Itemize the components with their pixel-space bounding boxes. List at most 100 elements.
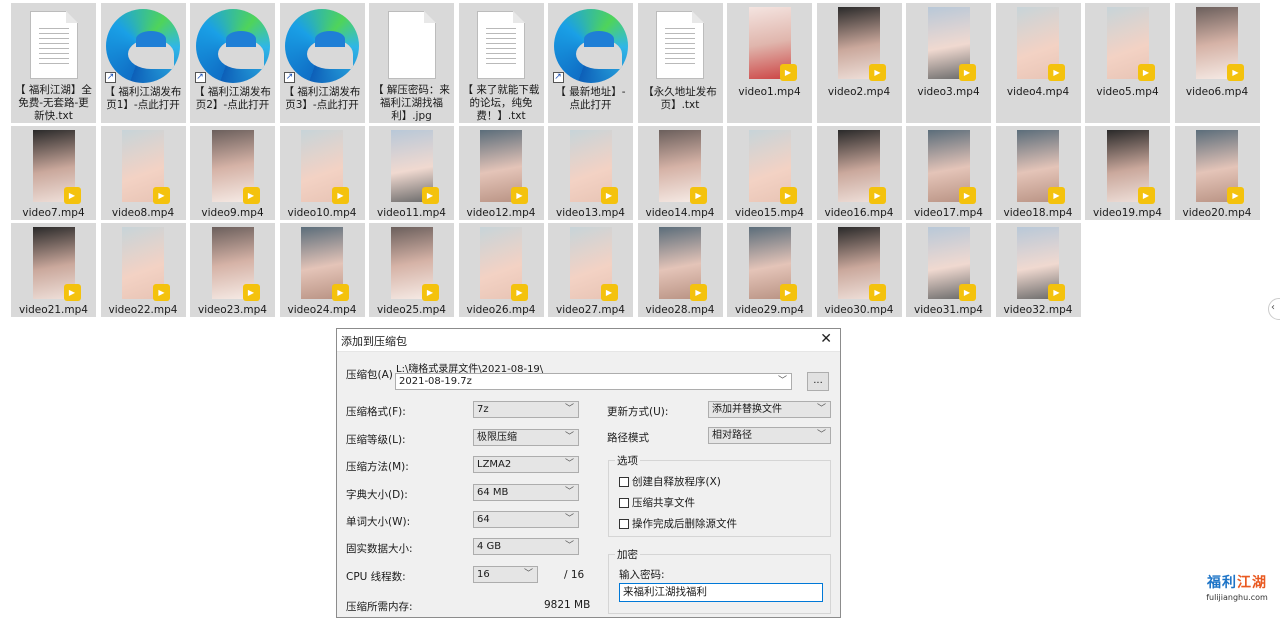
video-file-item[interactable]: ▶ video25.mp4 — [369, 223, 454, 317]
level-select[interactable]: 极限压缩 ﹀ — [473, 429, 579, 446]
video-file-item[interactable]: ▶ video28.mp4 — [637, 223, 723, 317]
file-item[interactable]: 【 解压密码：来福利江湖找福利】.jpg — [369, 3, 454, 123]
video-thumbnail-wrap: ▶ — [480, 227, 528, 301]
file-thumbnail — [461, 7, 541, 81]
sfx-checkbox[interactable]: 创建自释放程序(X) — [619, 474, 721, 489]
file-item[interactable]: 【永久地址发布页】.txt — [637, 3, 723, 123]
video-file-item[interactable]: ▶ video29.mp4 — [727, 223, 812, 317]
file-name: 【 福利江湖发布页1】-点此打开 — [104, 86, 182, 111]
file-name: video4.mp4 — [1006, 86, 1070, 98]
shared-checkbox[interactable]: 压缩共享文件 — [619, 495, 695, 510]
dict-value: 64 MB — [477, 487, 509, 498]
video-file-item[interactable]: ▶ video22.mp4 — [100, 223, 186, 317]
edge-browser-icon — [553, 9, 628, 83]
file-thumbnail: ▶ — [551, 227, 631, 301]
file-name: 【 福利江湖发布页2】-点此打开 — [194, 86, 271, 111]
password-input[interactable]: 来福利江湖找福利 — [619, 583, 823, 602]
player-badge-icon: ▶ — [1227, 187, 1244, 204]
file-thumbnail: ▶ — [909, 227, 989, 301]
file-item[interactable]: ↗ 【 福利江湖发布页3】-点此打开 — [279, 3, 365, 123]
video-file-item[interactable]: ▶ video26.mp4 — [458, 223, 544, 317]
file-name: video26.mp4 — [466, 304, 536, 316]
video-file-item[interactable]: ▶ video17.mp4 — [906, 126, 991, 220]
video-file-item[interactable]: ▶ video9.mp4 — [190, 126, 275, 220]
video-file-item[interactable]: ▶ video7.mp4 — [11, 126, 96, 220]
word-select[interactable]: 64 ﹀ — [473, 511, 579, 528]
path-mode-select[interactable]: 相对路径 ﹀ — [708, 427, 831, 444]
video-thumbnail-wrap: ▶ — [659, 130, 707, 204]
file-name: video12.mp4 — [466, 207, 536, 219]
file-name: video15.mp4 — [735, 207, 804, 219]
video-file-item[interactable]: ▶ video11.mp4 — [369, 126, 454, 220]
brand-name-b: 江湖 — [1237, 575, 1267, 591]
player-badge-icon: ▶ — [690, 284, 707, 301]
file-name: video14.mp4 — [645, 207, 715, 219]
dict-label: 字典大小(D): — [346, 489, 408, 501]
video-file-item[interactable]: ▶ video10.mp4 — [279, 126, 365, 220]
video-thumbnail-wrap: ▶ — [748, 130, 797, 204]
video-file-item[interactable]: ▶ video6.mp4 — [1174, 3, 1260, 123]
file-item[interactable]: 【 来了就能下载的论坛，纯免费！】.txt — [458, 3, 544, 123]
browse-button[interactable]: ... — [807, 372, 829, 391]
threads-value: 16 — [477, 569, 490, 580]
video-thumbnail-wrap: ▶ — [211, 227, 260, 301]
player-badge-icon: ▶ — [779, 64, 797, 81]
file-item[interactable]: ↗ 【 最新地址】-点此打开 — [548, 3, 633, 123]
video-file-item[interactable]: ▶ video8.mp4 — [100, 126, 186, 220]
video-file-item[interactable]: ▶ video24.mp4 — [279, 223, 365, 317]
file-item[interactable]: ↗ 【 福利江湖发布页1】-点此打开 — [100, 3, 186, 123]
video-file-item[interactable]: ▶ video3.mp4 — [906, 3, 991, 123]
threads-select[interactable]: 16 ﹀ — [473, 566, 538, 583]
video-file-item[interactable]: ▶ video18.mp4 — [995, 126, 1081, 220]
file-item[interactable]: 【 福利江湖】全免费-无套路-更新快.txt — [11, 3, 96, 123]
video-file-item[interactable]: ▶ video1.mp4 — [727, 3, 812, 123]
method-select[interactable]: LZMA2 ﹀ — [473, 456, 579, 473]
file-thumbnail: ▶ — [14, 130, 94, 204]
dict-select[interactable]: 64 MB ﹀ — [473, 484, 579, 501]
file-name: 【 最新地址】-点此打开 — [555, 86, 626, 111]
video-file-item[interactable]: ▶ video32.mp4 — [995, 223, 1081, 317]
video-file-item[interactable]: ▶ video20.mp4 — [1174, 126, 1260, 220]
file-item[interactable]: ↗ 【 福利江湖发布页2】-点此打开 — [190, 3, 275, 123]
video-file-item[interactable]: ▶ video12.mp4 — [458, 126, 544, 220]
video-file-item[interactable]: ▶ video23.mp4 — [190, 223, 275, 317]
dialog-title: 添加到压缩包 — [341, 335, 407, 348]
player-badge-icon: ▶ — [63, 187, 81, 204]
video-file-item[interactable]: ▶ video21.mp4 — [11, 223, 96, 317]
archive-name-combo[interactable]: 2021-08-19.7z ﹀ — [395, 373, 792, 390]
video-thumbnail-wrap: ▶ — [301, 130, 349, 204]
close-icon[interactable]: ✕ — [820, 331, 832, 347]
video-file-item[interactable]: ▶ video4.mp4 — [995, 3, 1081, 123]
video-file-item[interactable]: ▶ video13.mp4 — [548, 126, 633, 220]
video-file-item[interactable]: ▶ video5.mp4 — [1085, 3, 1170, 123]
options-title: 选项 — [615, 453, 640, 468]
threads-total: / 16 — [564, 569, 585, 581]
solid-select[interactable]: 4 GB ﹀ — [473, 538, 579, 555]
video-file-item[interactable]: ▶ video31.mp4 — [906, 223, 991, 317]
video-thumbnail-wrap: ▶ — [1196, 7, 1244, 81]
update-select[interactable]: 添加并替换文件 ﹀ — [708, 401, 831, 418]
video-file-item[interactable]: ▶ video2.mp4 — [816, 3, 902, 123]
file-thumbnail: ▶ — [730, 227, 810, 301]
video-file-item[interactable]: ▶ video19.mp4 — [1085, 126, 1170, 220]
video-thumbnail-wrap: ▶ — [1196, 130, 1244, 204]
file-thumbnail: ▶ — [998, 227, 1078, 301]
player-badge-icon: ▶ — [1048, 64, 1065, 81]
file-name: video32.mp4 — [1003, 304, 1073, 316]
video-thumbnail-wrap: ▶ — [390, 130, 439, 204]
video-file-item[interactable]: ▶ video27.mp4 — [548, 223, 633, 317]
file-name: video28.mp4 — [645, 304, 715, 316]
video-file-item[interactable]: ▶ video15.mp4 — [727, 126, 812, 220]
archive-name-value: 2021-08-19.7z — [399, 376, 472, 387]
file-thumbnail — [372, 7, 452, 81]
file-name: video23.mp4 — [198, 304, 267, 316]
file-thumbnail: ▶ — [730, 130, 810, 204]
delete-source-checkbox[interactable]: 操作完成后删除源文件 — [619, 516, 737, 531]
video-thumbnail-wrap: ▶ — [301, 227, 349, 301]
video-file-item[interactable]: ▶ video16.mp4 — [816, 126, 902, 220]
format-select[interactable]: 7z ﹀ — [473, 401, 579, 418]
text-document-icon — [656, 11, 704, 79]
video-file-item[interactable]: ▶ video30.mp4 — [816, 223, 902, 317]
video-file-item[interactable]: ▶ video14.mp4 — [637, 126, 723, 220]
file-name: video25.mp4 — [377, 304, 446, 316]
